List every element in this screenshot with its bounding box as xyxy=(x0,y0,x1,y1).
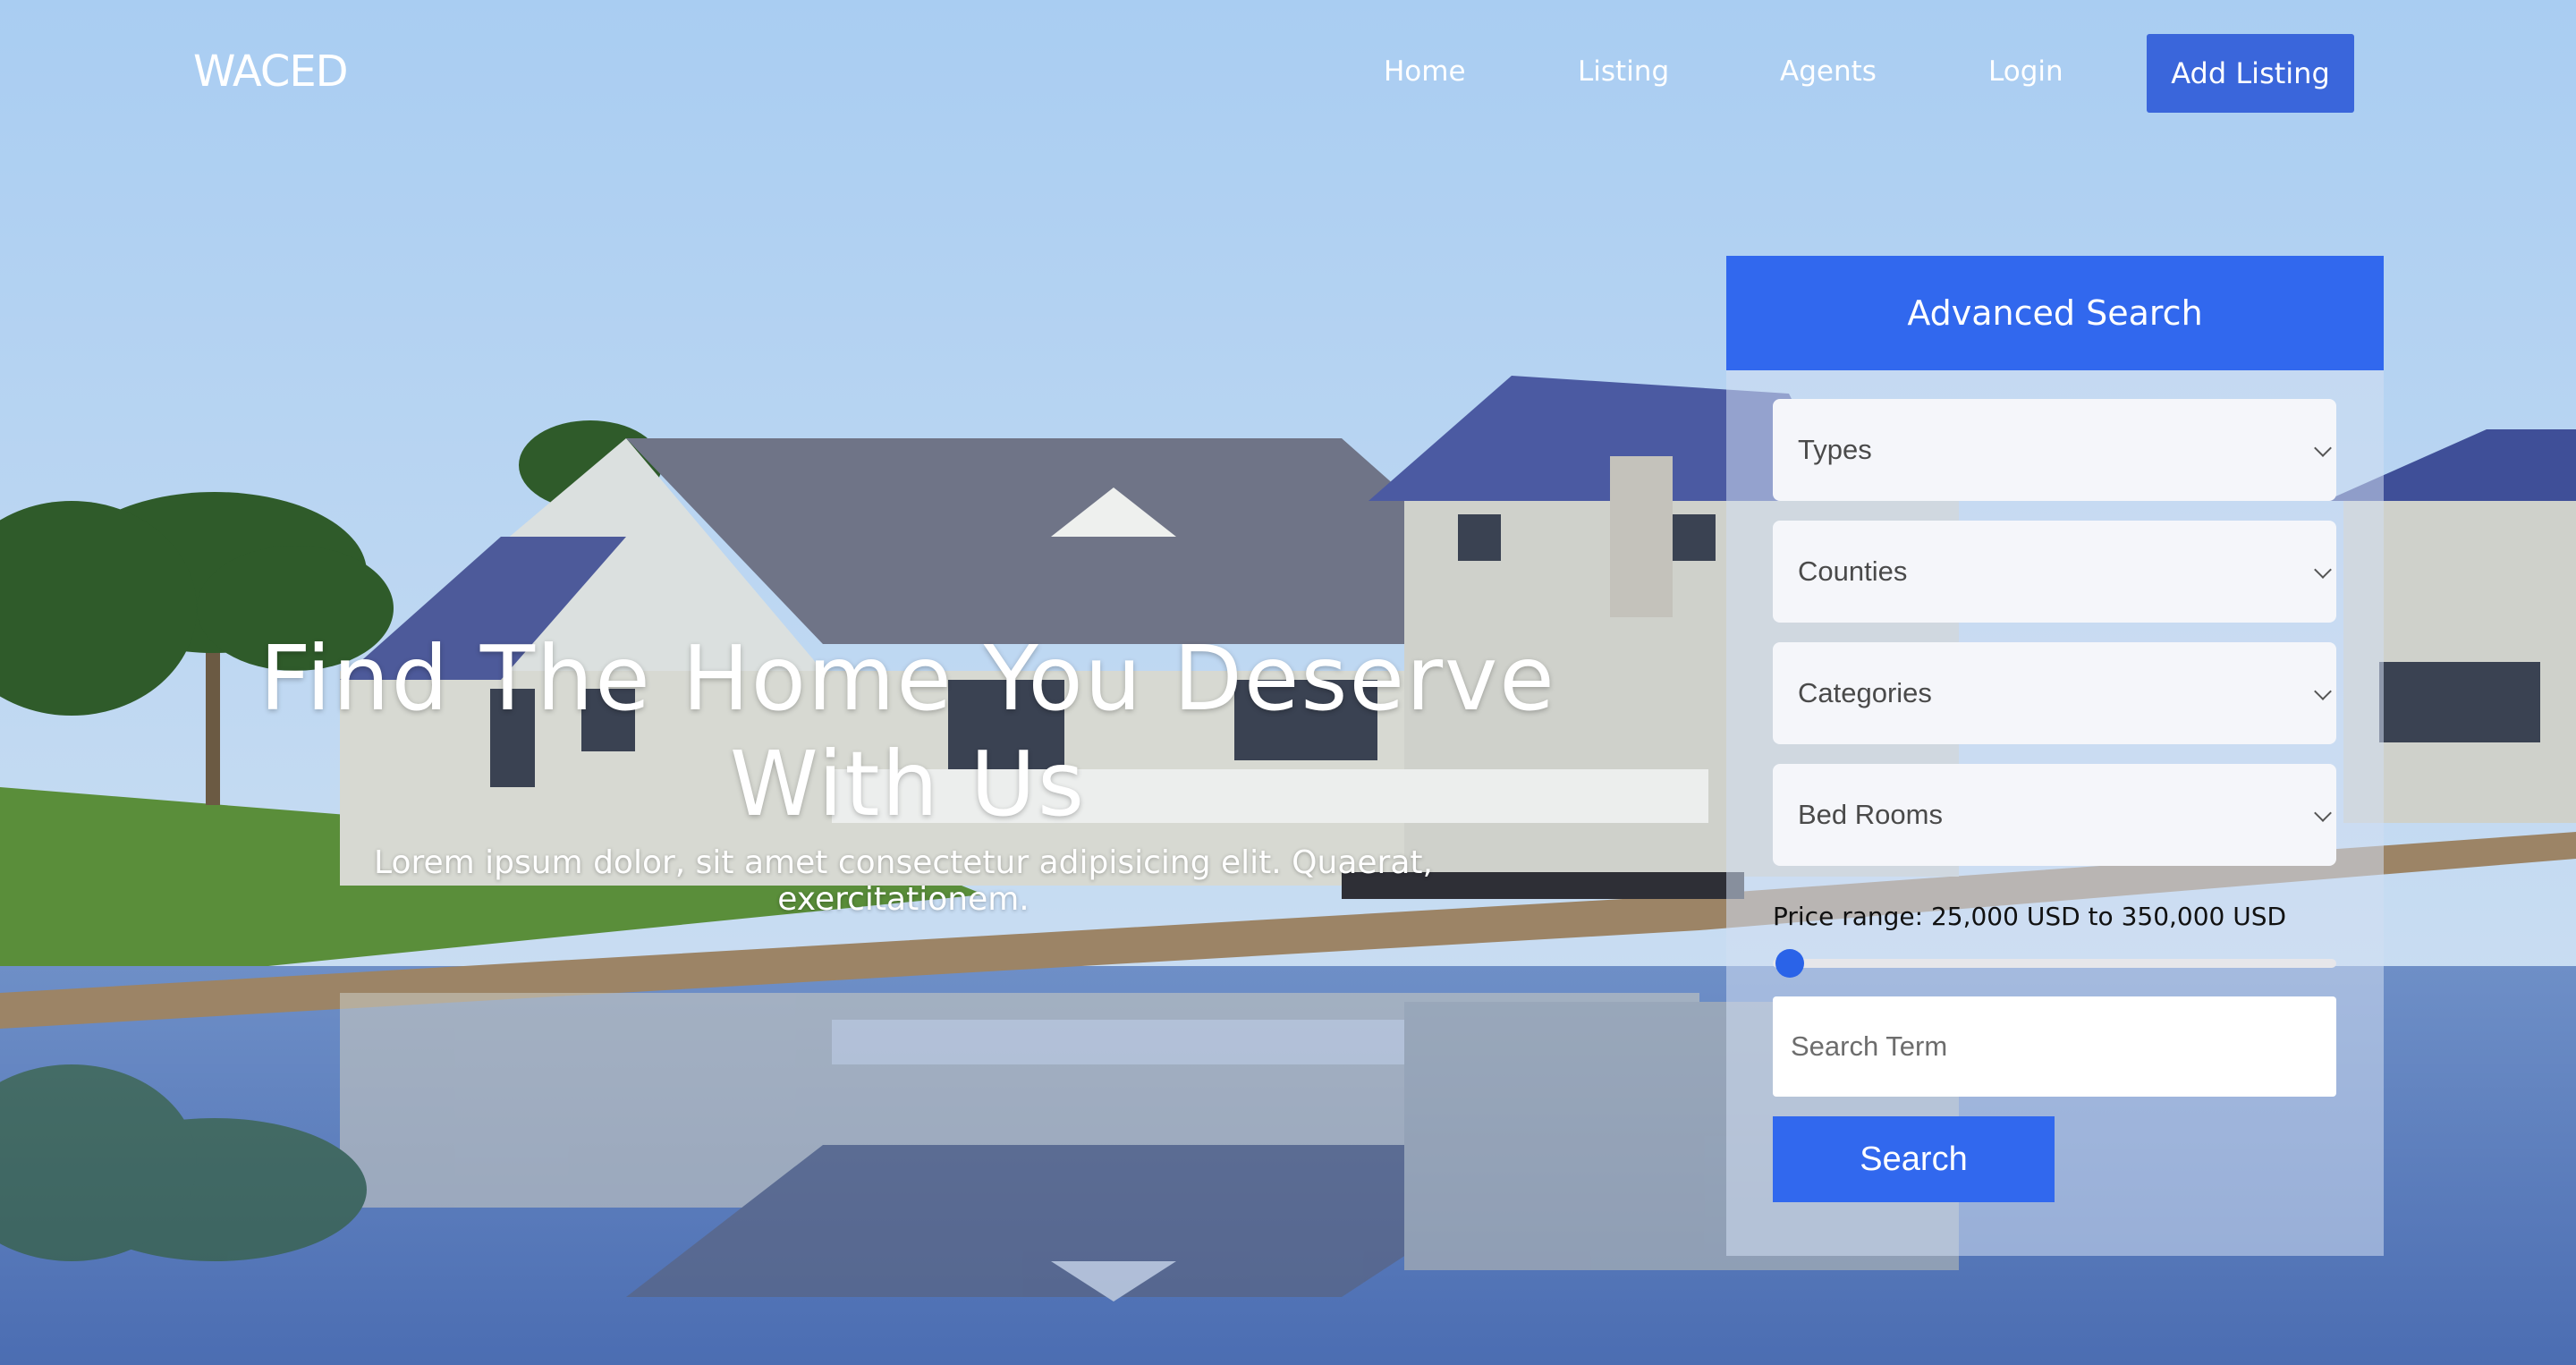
bed-rooms-select[interactable]: Bed Rooms xyxy=(1773,764,2336,866)
brand-logo[interactable]: WACED xyxy=(193,47,349,97)
hero-title: Find The Home You Deserve With Us xyxy=(259,626,1556,836)
advanced-search-panel: Advanced Search Types Counties Categorie… xyxy=(1726,256,2384,1256)
types-select-value: Types xyxy=(1798,434,1872,465)
bed-rooms-select-value: Bed Rooms xyxy=(1798,799,1943,830)
counties-select-value: Counties xyxy=(1798,555,1908,587)
nav-login-link[interactable]: Login xyxy=(1988,55,2063,88)
nav-listing-link[interactable]: Listing xyxy=(1578,55,1669,88)
nav-home-link[interactable]: Home xyxy=(1384,55,1466,88)
chevron-down-icon xyxy=(2314,439,2332,457)
counties-select[interactable]: Counties xyxy=(1773,521,2336,623)
search-term-input[interactable] xyxy=(1773,996,2336,1097)
search-button[interactable]: Search xyxy=(1773,1116,2055,1202)
chevron-down-icon xyxy=(2314,804,2332,822)
top-navigation: WACED Home Listing Agents Login Add List… xyxy=(0,0,2576,143)
categories-select-value: Categories xyxy=(1798,677,1932,708)
price-range-slider-thumb[interactable] xyxy=(1775,949,1804,978)
nav-agents-link[interactable]: Agents xyxy=(1780,55,1877,88)
price-range-slider-track[interactable] xyxy=(1773,959,2336,968)
chevron-down-icon xyxy=(2314,561,2332,579)
chevron-down-icon xyxy=(2314,682,2332,700)
categories-select[interactable]: Categories xyxy=(1773,642,2336,744)
hero-subtitle: Lorem ipsum dolor, sit amet consectetur … xyxy=(374,844,1433,918)
types-select[interactable]: Types xyxy=(1773,399,2336,501)
price-range-label: Price range: 25,000 USD to 350,000 USD xyxy=(1773,902,2287,931)
add-listing-button[interactable]: Add Listing xyxy=(2147,34,2354,113)
advanced-search-heading: Advanced Search xyxy=(1726,256,2384,370)
